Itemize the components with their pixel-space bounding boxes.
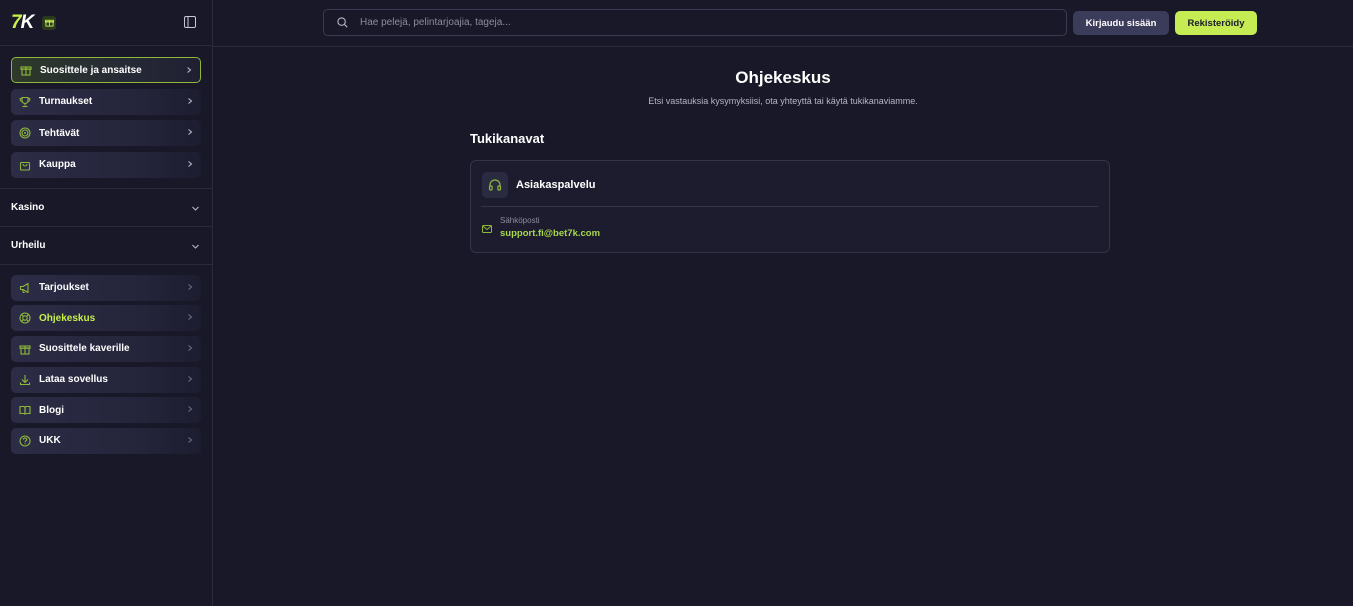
sidebar-item-tasks[interactable]: Tehtävät	[11, 120, 201, 146]
chevron-right-icon	[188, 406, 193, 413]
download-icon	[18, 373, 32, 387]
sidebar-item-refer-earn[interactable]: Suosittele ja ansaitse	[11, 57, 201, 83]
chevron-right-icon	[188, 97, 193, 104]
search-input[interactable]	[360, 17, 1020, 28]
gift-icon	[18, 342, 32, 356]
sidebar-item-download-app[interactable]: Lataa sovellus	[11, 366, 201, 393]
sidebar-item-label: Suosittele kaverille	[39, 343, 130, 355]
login-button[interactable]: Kirjaudu sisään	[1073, 11, 1169, 35]
sidebar-item-label: UKK	[39, 435, 61, 447]
register-button[interactable]: Rekisteröidy	[1175, 11, 1257, 35]
sidebar-toggle-icon[interactable]	[184, 16, 196, 28]
target-icon	[18, 126, 32, 140]
sidebar-section-label: Urheilu	[11, 239, 46, 251]
page-title: Ohjekeskus	[735, 68, 831, 87]
sidebar-section-casino[interactable]: Kasino	[0, 189, 212, 227]
sidebar-item-faq[interactable]: UKK	[11, 427, 201, 454]
sidebar: 7K Suosittele ja ansaitse Turnaukset Teh…	[0, 0, 213, 606]
trophy-icon	[18, 95, 32, 109]
email-label: Sähköposti	[500, 216, 540, 225]
sidebar-top-nav: Suosittele ja ansaitse Turnaukset Tehtäv…	[0, 46, 212, 189]
email-link[interactable]: support.fi@bet7k.com	[500, 228, 600, 239]
sidebar-item-label: Ohjekeskus	[39, 312, 96, 324]
logo-seven: 7	[11, 11, 22, 33]
sidebar-item-label: Suosittele ja ansaitse	[40, 64, 142, 76]
sidebar-item-label: Tarjoukset	[39, 282, 89, 293]
chevron-down-icon	[192, 244, 199, 249]
chevron-down-icon	[192, 206, 199, 211]
sidebar-item-label: Kauppa	[39, 159, 76, 170]
chevron-right-icon	[188, 437, 193, 443]
gift-icon	[19, 63, 33, 77]
card-title: Asiakaspalvelu	[516, 179, 596, 191]
book-icon	[18, 403, 32, 417]
page-subtitle: Etsi vastauksia kysymyksiisi, ota yhteyt…	[648, 96, 918, 106]
sidebar-section-sports[interactable]: Urheilu	[0, 227, 212, 265]
card-divider	[481, 206, 1098, 207]
sidebar-header: 7K	[0, 0, 212, 46]
sidebar-item-shop[interactable]: Kauppa	[11, 151, 201, 178]
sidebar-item-tournaments[interactable]: Turnaukset	[11, 88, 201, 115]
chevron-right-icon	[188, 375, 193, 382]
chevron-right-icon	[188, 314, 193, 321]
sidebar-item-help-center[interactable]: Ohjekeskus	[11, 305, 201, 332]
sidebar-item-label: Blogi	[39, 404, 64, 416]
sidebar-bottom-nav: Tarjoukset Ohjekeskus Suosittele kaveril…	[0, 265, 212, 469]
sidebar-item-blog[interactable]: Blogi	[11, 397, 201, 424]
sidebar-item-offers[interactable]: Tarjoukset	[11, 274, 201, 301]
top-header: Kirjaudu sisään Rekisteröidy	[213, 0, 1353, 47]
search-bar[interactable]	[323, 9, 1067, 36]
chevron-right-icon	[188, 283, 193, 290]
megaphone-icon	[18, 281, 32, 295]
card-header: Asiakaspalvelu	[482, 172, 596, 198]
sidebar-item-refer-friend[interactable]: Suosittele kaverille	[11, 335, 201, 362]
chevron-right-icon	[187, 67, 192, 73]
shopping-bag-icon	[18, 158, 32, 172]
logo-k: K	[20, 11, 35, 33]
mail-icon	[482, 225, 492, 233]
support-channel-card: Asiakaspalvelu Sähköposti support.fi@bet…	[470, 160, 1110, 253]
chevron-right-icon	[188, 129, 193, 135]
question-icon	[18, 434, 32, 448]
chevron-right-icon	[188, 160, 193, 167]
search-icon	[337, 17, 348, 28]
sidebar-section-label: Kasino	[11, 201, 45, 213]
sidebar-item-label: Lataa sovellus	[39, 374, 108, 386]
sidebar-item-label: Tehtävät	[39, 127, 80, 139]
section-title: Tukikanavat	[470, 131, 545, 146]
headphones-icon	[482, 172, 508, 198]
brand-logo[interactable]: 7K	[11, 11, 35, 34]
sidebar-item-label: Turnaukset	[39, 96, 93, 107]
lifebuoy-icon	[18, 311, 32, 325]
gift-badge-icon[interactable]	[42, 15, 57, 30]
main-content: Ohjekeskus Etsi vastauksia kysymyksiisi,…	[213, 47, 1353, 606]
chevron-right-icon	[188, 344, 193, 351]
